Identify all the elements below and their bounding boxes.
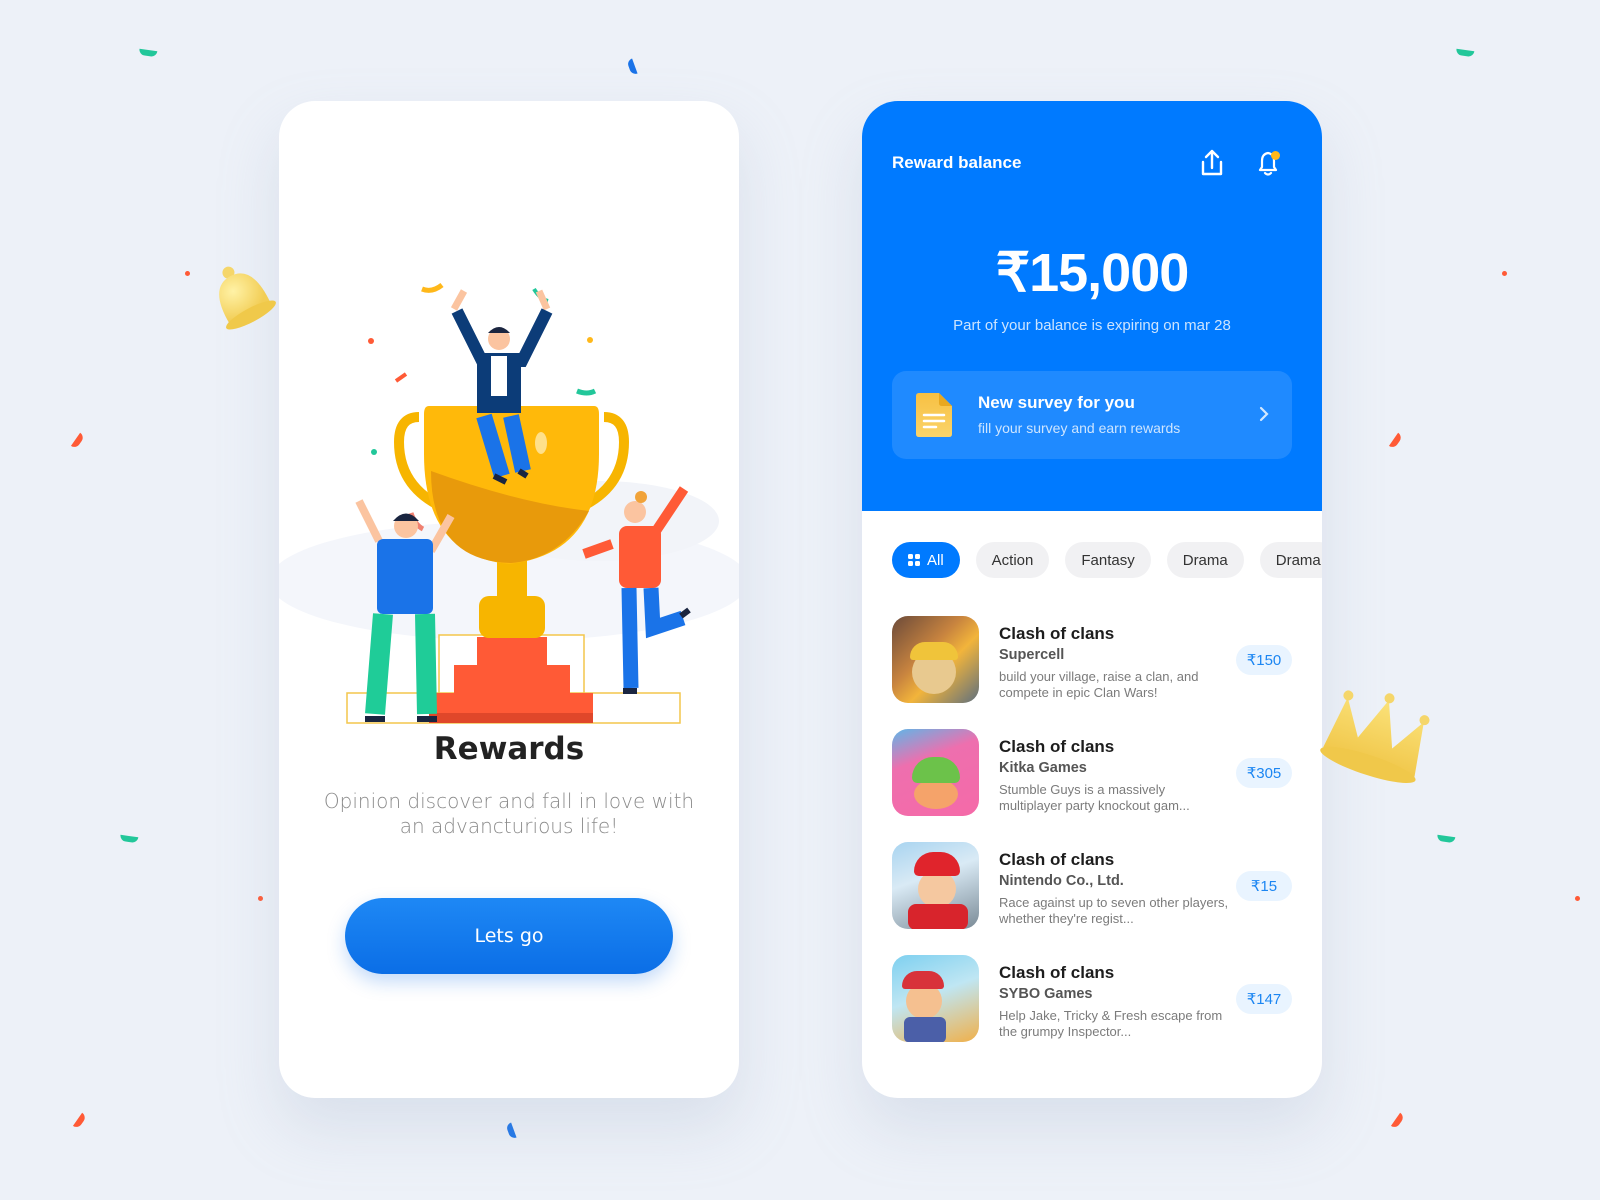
category-chip-action[interactable]: Action [975,542,1050,578]
game-list-item[interactable]: Clash of clans Nintendo Co., Ltd. Race a… [892,842,1292,929]
confetti-dot [258,896,263,901]
trophy-illustration [279,282,739,724]
reward-badge[interactable]: ₹15 [1236,871,1292,901]
header-title: Reward balance [892,153,1022,172]
page-subtitle: Opinion discover and fall in love with a… [323,789,695,838]
confetti-dot [185,271,190,276]
game-title: Clash of clans [999,963,1115,982]
3d-crown-icon [1320,690,1430,784]
balance-amount: ₹15,000 [995,243,1190,303]
category-chip-all[interactable]: All [892,542,960,578]
share-button[interactable] [1194,145,1230,181]
confetti-dot [1575,896,1580,901]
game-list-item[interactable]: Clash of clans Kitka Games Stumble Guys … [892,729,1292,816]
game-list-item[interactable]: Clash of clans Supercell build your vill… [892,616,1292,703]
notification-badge [1271,151,1280,160]
game-title: Clash of clans [999,850,1115,869]
confetti [505,1122,517,1140]
reward-wallet-card: Reward balance ₹15,000 Part of your bala… [862,101,1322,1098]
game-thumbnail [892,955,979,1042]
category-chip-drama-2[interactable]: Drama [1259,542,1322,578]
confetti [70,432,86,450]
game-list: Clash of clans Supercell build your vill… [892,616,1292,1068]
3d-bell-icon [219,266,276,330]
lets-go-button[interactable]: Lets go [345,898,673,974]
balance-header: Reward balance ₹15,000 Part of your bala… [862,101,1322,511]
survey-subtitle: fill your survey and earn rewards [978,420,1181,436]
confetti [1390,1112,1406,1130]
confetti [1436,834,1456,844]
category-chip-drama[interactable]: Drama [1166,542,1244,578]
grid-icon [908,554,920,566]
game-developer: Supercell [999,647,1065,663]
game-title: Clash of clans [999,624,1115,643]
game-description: Stumble Guys is a massively multiplayer … [999,782,1190,813]
game-description: Help Jake, Tricky & Fresh escape from th… [999,1008,1223,1039]
share-icon [1201,149,1223,176]
game-description: build your village, raise a clan, and co… [999,669,1199,700]
chevron-right-icon [1259,406,1269,422]
game-thumbnail [892,729,979,816]
document-icon [916,393,952,437]
game-developer: Kitka Games [999,760,1087,776]
game-thumbnail [892,616,979,703]
page-title: Rewards [433,731,585,767]
onboarding-card: Rewards Opinion discover and fall in lov… [279,101,739,1098]
game-thumbnail [892,842,979,929]
category-chip-fantasy[interactable]: Fantasy [1065,542,1151,578]
chip-label: All [927,551,944,569]
category-filter: All Action Fantasy Drama Drama [892,542,1322,578]
reward-badge[interactable]: ₹147 [1236,984,1292,1014]
confetti [138,48,158,58]
confetti [1455,48,1475,58]
reward-badge[interactable]: ₹305 [1236,758,1292,788]
game-developer: SYBO Games [999,986,1093,1002]
game-description: Race against up to seven other players, … [999,895,1229,926]
survey-title: New survey for you [978,393,1135,412]
game-title: Clash of clans [999,737,1115,756]
notifications-button[interactable] [1250,145,1286,181]
confetti [626,58,638,76]
expiry-notice: Part of your balance is expiring on mar … [953,317,1231,334]
confetti [72,1112,88,1130]
confetti-dot [1502,271,1507,276]
confetti [1388,432,1404,450]
reward-badge[interactable]: ₹150 [1236,645,1292,675]
game-list-item[interactable]: Clash of clans SYBO Games Help Jake, Tri… [892,955,1292,1042]
confetti [119,834,139,844]
survey-banner[interactable]: New survey for you fill your survey and … [892,371,1292,459]
game-developer: Nintendo Co., Ltd. [999,873,1124,889]
